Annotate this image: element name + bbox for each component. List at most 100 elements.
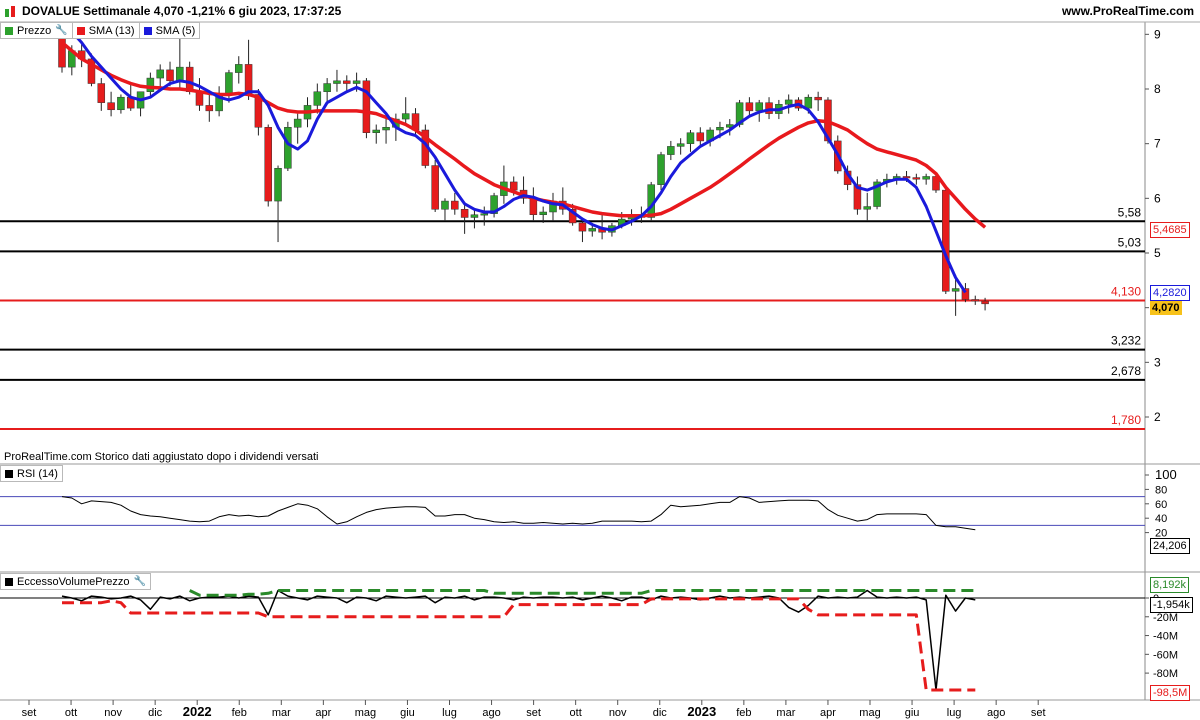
x-tick-label: mag <box>355 707 376 719</box>
candle-body <box>185 66 194 92</box>
x-tick-label: nov <box>104 707 122 719</box>
candle-body <box>441 200 449 210</box>
candle-body <box>951 288 960 292</box>
y-tick-label: 5 <box>1154 246 1161 260</box>
site-url[interactable]: www.ProRealTime.com <box>1062 4 1194 18</box>
rsi-legend: RSI (14) <box>0 465 63 482</box>
current-price-tag: 4,070 <box>1150 301 1182 315</box>
candle-body <box>333 80 341 84</box>
volume-black-line <box>61 589 976 691</box>
candle-body <box>863 206 871 210</box>
candle-body <box>745 102 754 112</box>
chart-title-bar: DOVALUE Settimanale 4,070 -1,21% 6 giu 2… <box>0 0 1200 22</box>
rsi-tick-label: 80 <box>1155 484 1167 496</box>
legend-price[interactable]: Prezzo 🔧 <box>0 22 73 39</box>
candle-body <box>401 113 410 120</box>
candle-body <box>362 80 371 133</box>
candle-body <box>667 146 675 155</box>
level-label: 4,130 <box>1111 285 1141 299</box>
x-tick-label: set <box>526 707 541 719</box>
candle-body <box>146 77 155 92</box>
x-tick-label: 2022 <box>183 704 212 719</box>
volume-red-tag: -98,5M <box>1150 685 1191 701</box>
sma13-swatch <box>76 26 85 35</box>
x-tick-label: ago <box>987 707 1005 719</box>
price-legend: Prezzo 🔧 SMA (13) SMA (5) <box>0 22 201 39</box>
rsi-swatch <box>5 469 13 478</box>
x-tick-label: dic <box>148 707 163 719</box>
candle-body <box>804 96 813 109</box>
candle-body <box>755 102 763 112</box>
x-tick-label: ott <box>65 707 77 719</box>
x-tick-label: set <box>22 707 37 719</box>
candle-body <box>352 80 361 84</box>
volume-tick-label: -60M <box>1153 649 1178 661</box>
legend-sma13[interactable]: SMA (13) <box>71 22 140 39</box>
candle-body <box>509 181 518 191</box>
candle-body <box>696 132 705 142</box>
legend-price-label: Prezzo <box>17 24 52 37</box>
volume-swatch <box>5 577 13 586</box>
x-tick-label: mag <box>859 707 880 719</box>
x-tick-label: giu <box>400 707 415 719</box>
chart-canvas: 234567895,585,034,1303,2322,6781,7801008… <box>0 21 1200 719</box>
candle-body <box>225 72 233 95</box>
wrench-icon[interactable]: 🔧 <box>134 576 146 587</box>
candle-body <box>205 105 214 112</box>
x-tick-label: dic <box>653 707 668 719</box>
candle-body <box>470 214 479 218</box>
candle-body <box>765 102 773 114</box>
candle-body <box>657 154 665 185</box>
volume-green-tag: 8,192k <box>1150 577 1190 593</box>
x-tick-label: feb <box>736 707 751 719</box>
chart-title: DOVALUE Settimanale 4,070 -1,21% 6 giu 2… <box>22 4 342 18</box>
bar-chart-icon <box>5 6 15 17</box>
candle-body <box>97 83 106 103</box>
x-tick-label: mar <box>272 707 291 719</box>
candle-body <box>117 96 125 111</box>
legend-volume[interactable]: EccessoVolumePrezzo 🔧 <box>0 573 151 590</box>
candle-body <box>480 213 489 216</box>
candle-body <box>343 80 351 84</box>
candle-body <box>588 228 597 232</box>
volume-green-line <box>189 589 976 597</box>
candle-body <box>293 118 302 128</box>
candle-body <box>460 209 469 218</box>
candle-body <box>176 66 184 82</box>
sma13-value-tag: 5,4685 <box>1150 222 1190 238</box>
volume-legend: EccessoVolumePrezzo 🔧 <box>0 573 151 590</box>
candle-body <box>912 177 921 180</box>
candle-body <box>784 99 793 105</box>
data-disclaimer: ProRealTime.com Storico dati aggiustato … <box>4 451 319 463</box>
candle-body <box>942 189 950 292</box>
x-tick-label: apr <box>315 707 331 719</box>
x-tick-label: ott <box>570 707 582 719</box>
legend-sma13-label: SMA (13) <box>88 24 135 37</box>
candle-body <box>313 91 322 106</box>
level-label: 5,03 <box>1118 235 1142 249</box>
candle-body <box>264 127 272 202</box>
candle-body <box>981 300 989 305</box>
rsi-tick-label: 100 <box>1155 467 1177 482</box>
x-tick-label: giu <box>905 707 920 719</box>
wrench-icon[interactable]: 🔧 <box>55 25 67 36</box>
candle-body <box>58 36 66 68</box>
candle-body <box>451 200 459 210</box>
candle-body <box>676 143 685 147</box>
volume-black-tag: -1,954k <box>1150 597 1193 613</box>
legend-rsi[interactable]: RSI (14) <box>0 465 63 482</box>
volume-tick-label: -40M <box>1153 631 1178 643</box>
level-label: 2,678 <box>1111 364 1141 378</box>
x-tick-label: set <box>1031 707 1046 719</box>
rsi-line <box>61 496 976 531</box>
candle-body <box>372 129 380 133</box>
candle-body <box>235 64 243 73</box>
x-tick-label: mar <box>776 707 795 719</box>
rsi-tick-label: 60 <box>1155 499 1167 511</box>
sma5-value-tag: 4,2820 <box>1150 285 1190 301</box>
candle-body <box>922 176 930 180</box>
legend-rsi-label: RSI (14) <box>17 467 58 480</box>
candle-body <box>971 299 980 302</box>
legend-sma5[interactable]: SMA (5) <box>138 22 201 39</box>
candle-body <box>274 168 282 202</box>
